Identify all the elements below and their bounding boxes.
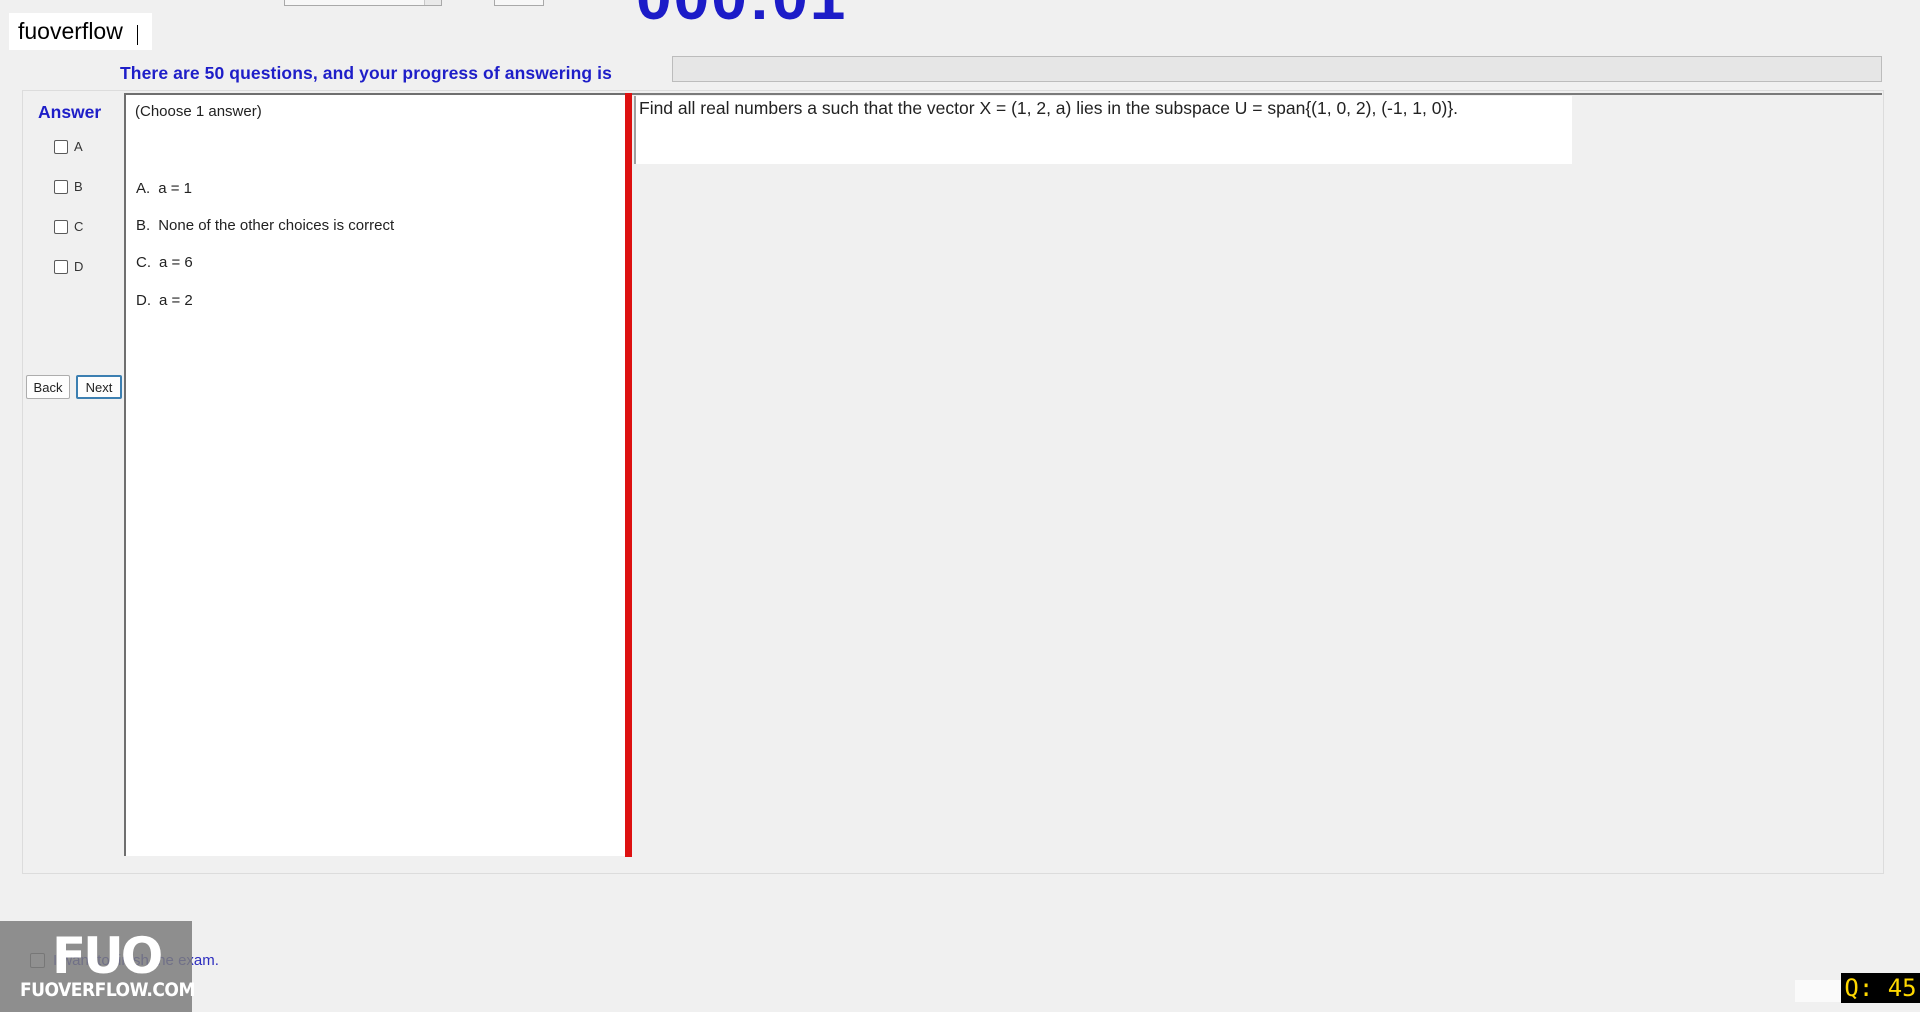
choice-text: None of the other choices is correct [158,217,395,234]
checkbox[interactable] [54,179,68,194]
question-text: Find all real numbers a such that the ve… [639,98,1459,118]
question-box: Find all real numbers a such that the ve… [634,96,1572,164]
answer-title: Answer [38,102,102,122]
choice-a: A. a = 1 [136,180,192,197]
answer-option-label: C [74,219,84,234]
answer-option-label: A [74,139,83,154]
next-button[interactable]: Next [76,375,122,399]
choice-c: C. a = 6 [136,254,193,271]
watermark-logo: FUO FUOVERFLOW.COM [0,921,195,1012]
choice-letter: D. [136,292,151,309]
choice-letter: B. [136,217,151,234]
answer-option-d[interactable]: D [54,259,83,274]
panel-divider[interactable] [625,93,632,857]
back-button[interactable]: Back [26,375,70,399]
answer-option-a[interactable]: A [54,139,83,154]
brand-box: fuoverflow [9,13,152,50]
choice-text: a = 1 [158,180,192,197]
checkbox[interactable] [54,219,68,234]
checkbox[interactable] [54,139,68,154]
progress-label: There are 50 questions, and your progres… [120,63,612,83]
answer-option-b[interactable]: B [54,179,83,194]
choice-text: a = 6 [159,254,193,271]
choice-d: D. a = 2 [136,292,193,309]
brand-name: fuoverflow [18,18,123,44]
choice-text: a = 2 [159,292,193,309]
text-cursor [136,24,138,45]
dropdown-arrow-icon[interactable] [424,0,441,5]
choice-b: B. None of the other choices is correct [136,217,394,234]
question-panel [632,93,1882,857]
answer-option-label: B [74,179,83,194]
top-small-control[interactable] [494,0,544,6]
choose-hint: (Choose 1 answer) [135,103,262,120]
choices-panel: (Choose 1 answer) A. a = 1 B. None of the … [124,93,627,856]
progress-bar [672,56,1882,82]
choice-letter: A. [136,180,151,197]
answer-option-c[interactable]: C [54,219,83,234]
checkbox[interactable] [54,259,68,274]
exam-timer: 000:01 [636,0,847,34]
badge-background [1795,980,1841,1002]
logo-text: FUOVERFLOW.COM [20,979,195,1001]
top-dropdown[interactable] [284,0,442,6]
question-number-badge: Q: 45 [1841,973,1920,1003]
choice-letter: C. [136,254,151,271]
logo-mark: FUO [52,927,163,985]
answer-option-label: D [74,259,84,274]
